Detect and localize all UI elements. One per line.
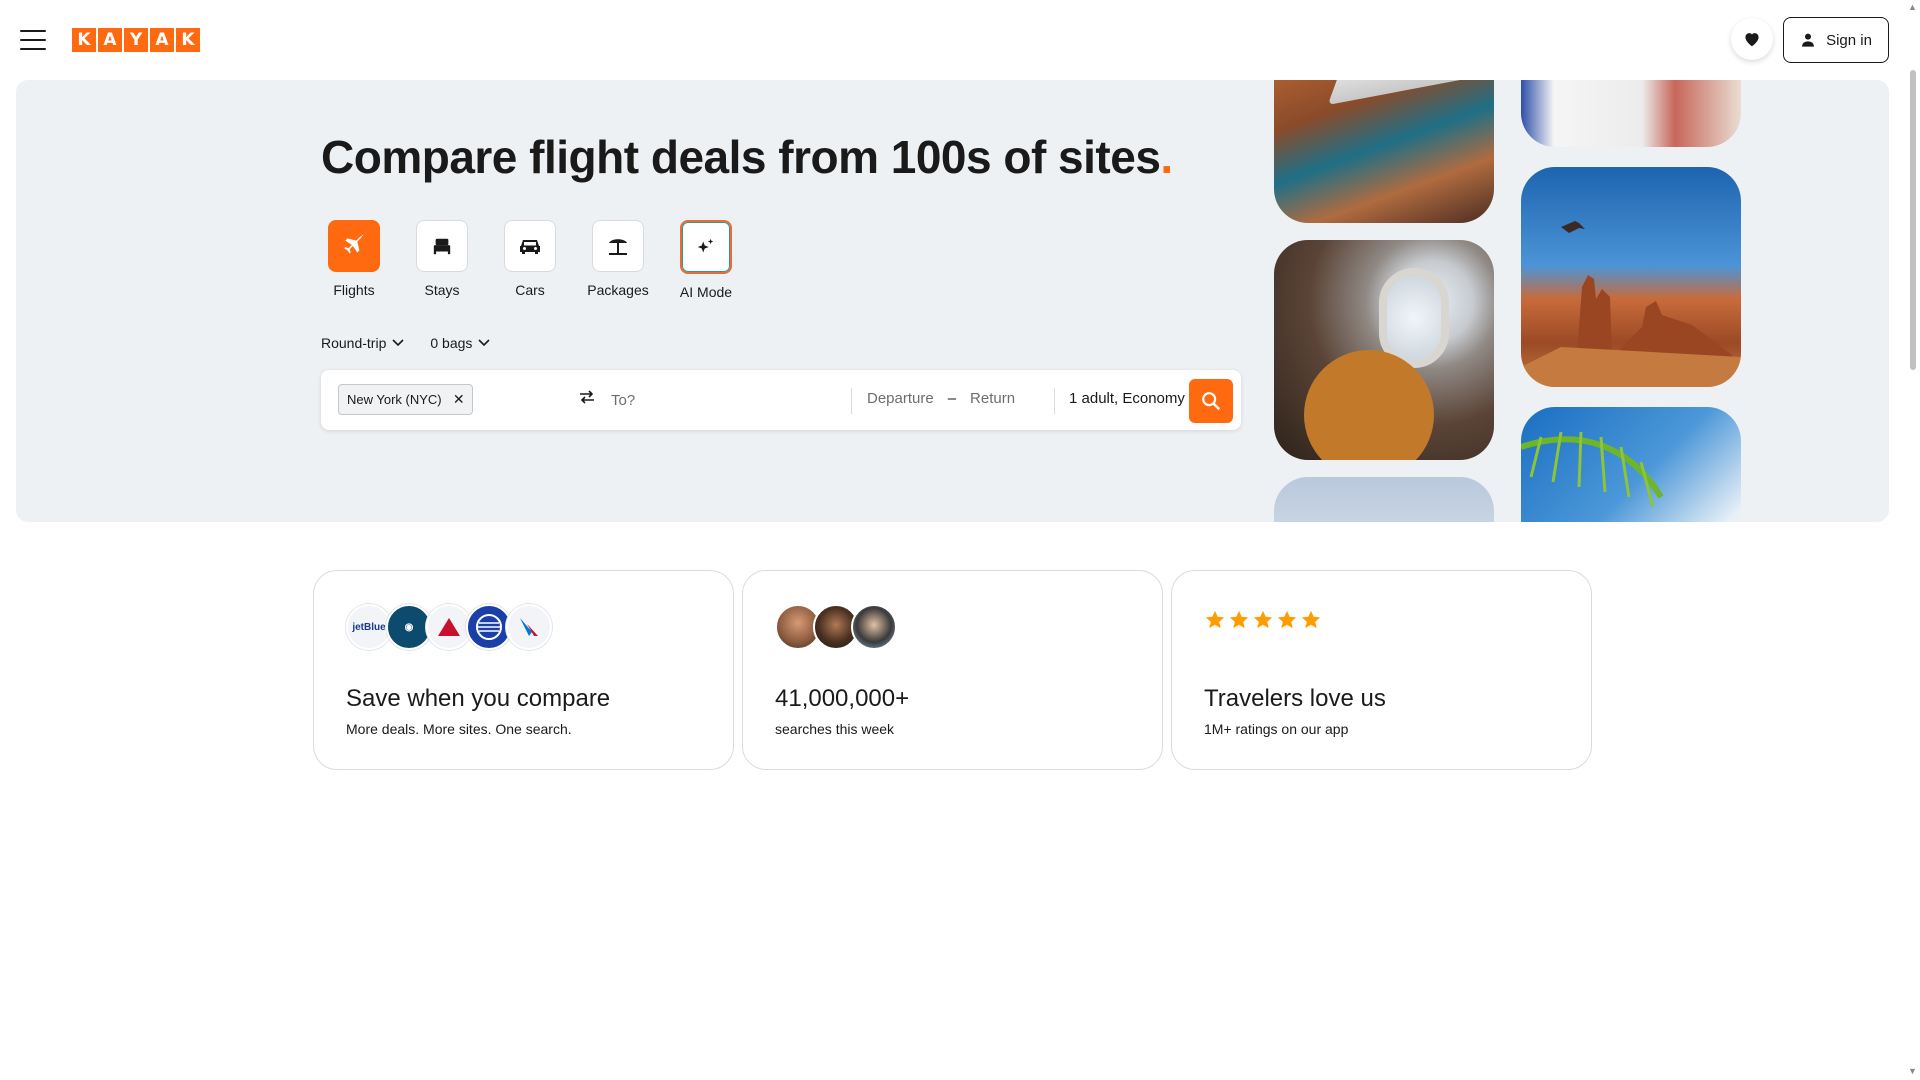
divider (1054, 388, 1055, 414)
rating-stars (1204, 609, 1322, 631)
palm-sky-photo (1521, 407, 1741, 522)
heart-icon (1745, 33, 1759, 47)
hero-section: Compare flight deals from 100s of sites.… (16, 80, 1889, 522)
title-dot: . (1160, 131, 1173, 183)
feature-card-ratings: Travelers love us 1M+ ratings on our app (1171, 570, 1592, 770)
star-icon (1229, 610, 1249, 629)
sign-in-label: Sign in (1826, 31, 1872, 49)
sign-in-button[interactable]: Sign in (1783, 17, 1889, 63)
card-subtitle: 1M+ ratings on our app (1204, 721, 1349, 737)
origin-label: New York (NYC) (347, 392, 442, 407)
trip-type-dropdown[interactable]: Round-trip (321, 335, 404, 351)
car-icon (520, 240, 540, 254)
departure-field[interactable]: Departure (867, 390, 934, 407)
ai-mode-tile (680, 220, 732, 274)
star-icon (1205, 610, 1225, 629)
village-street-photo (1521, 80, 1741, 147)
bags-label: 0 bags (430, 335, 473, 351)
tab-cars[interactable]: Cars (497, 220, 563, 300)
scroll-down-icon[interactable]: ▼ (1908, 1066, 1917, 1076)
logo-letter: A (150, 28, 174, 52)
divider (851, 388, 852, 414)
bags-dropdown[interactable]: 0 bags (430, 335, 490, 351)
plane-icon (344, 234, 364, 254)
kayak-logo[interactable]: K A Y A K (72, 28, 200, 52)
feature-card-compare: jetBlue ◉ Save when you compare More dea… (313, 570, 734, 770)
tab-label: Flights (333, 282, 375, 298)
title-text: Compare flight deals from 100s of sites (321, 131, 1161, 183)
favorites-button[interactable] (1731, 18, 1773, 60)
trip-type-label: Round-trip (321, 335, 387, 351)
flight-search-bar: New York (NYC) ✕ Departure – Return 1 ad… (321, 370, 1241, 430)
card-title: Travelers love us (1204, 685, 1386, 712)
destination-input[interactable] (611, 382, 831, 418)
search-button[interactable] (1189, 379, 1233, 423)
tab-label: Stays (424, 282, 460, 298)
vertical-nav: Flights Stays Cars Packages AI Mode (321, 220, 739, 300)
logo-letter: K (72, 28, 96, 52)
date-separator: – (947, 390, 957, 407)
card-subtitle: searches this week (775, 721, 895, 737)
umbrella-beach-icon (609, 239, 627, 255)
hamburger-menu-icon[interactable] (20, 30, 46, 50)
logo-letter: A (98, 28, 122, 52)
american-logo (506, 604, 552, 650)
search-icon (1202, 392, 1221, 411)
sparkle-icon (697, 238, 714, 253)
user-icon (1802, 33, 1815, 47)
tab-flights[interactable]: Flights (321, 220, 387, 300)
tab-packages[interactable]: Packages (585, 220, 651, 300)
star-icon (1277, 610, 1297, 629)
card-subtitle: More deals. More sites. One search. (346, 721, 572, 737)
chevron-down-icon (392, 339, 404, 347)
star-icon (1253, 610, 1273, 629)
canyon-aerial-photo (1274, 80, 1494, 223)
cars-tile (504, 220, 556, 272)
user-avatars (775, 604, 897, 650)
date-picker[interactable]: Departure – Return (867, 390, 1015, 407)
page-scrollbar[interactable]: ▲ ▼ (1906, 0, 1920, 1080)
desert-rocks-photo (1521, 167, 1741, 387)
feature-card-searches: 41,000,000+ searches this week (742, 570, 1163, 770)
bed-icon (433, 238, 451, 255)
scroll-up-icon[interactable]: ▲ (1908, 2, 1917, 12)
card-title: 41,000,000+ (775, 685, 910, 712)
site-header: K A Y A K Sign in (0, 0, 1920, 80)
tab-label: Cars (515, 282, 545, 298)
airline-logos: jetBlue ◉ (346, 604, 552, 650)
sky-photo (1274, 477, 1494, 522)
page-title: Compare flight deals from 100s of sites. (321, 130, 1173, 184)
tab-label: Packages (587, 282, 649, 298)
return-field[interactable]: Return (970, 390, 1015, 407)
child-window-photo (1274, 240, 1494, 460)
close-icon[interactable]: ✕ (453, 391, 465, 408)
logo-letter: K (176, 28, 200, 52)
tab-stays[interactable]: Stays (409, 220, 475, 300)
stays-tile (416, 220, 468, 272)
card-title: Save when you compare (346, 685, 611, 712)
chevron-down-icon (478, 339, 490, 347)
origin-chip[interactable]: New York (NYC) ✕ (338, 384, 473, 415)
scrollbar-thumb[interactable] (1910, 70, 1916, 370)
tab-ai-mode[interactable]: AI Mode (673, 220, 739, 300)
packages-tile (592, 220, 644, 272)
swap-icon[interactable] (579, 390, 595, 409)
star-icon (1301, 610, 1321, 629)
tab-label: AI Mode (679, 284, 733, 300)
avatar (851, 604, 897, 650)
travelers-selector[interactable]: 1 adult, Economy (1069, 390, 1185, 407)
logo-letter: Y (124, 28, 148, 52)
search-options: Round-trip 0 bags (321, 335, 490, 351)
flights-tile (328, 220, 380, 272)
